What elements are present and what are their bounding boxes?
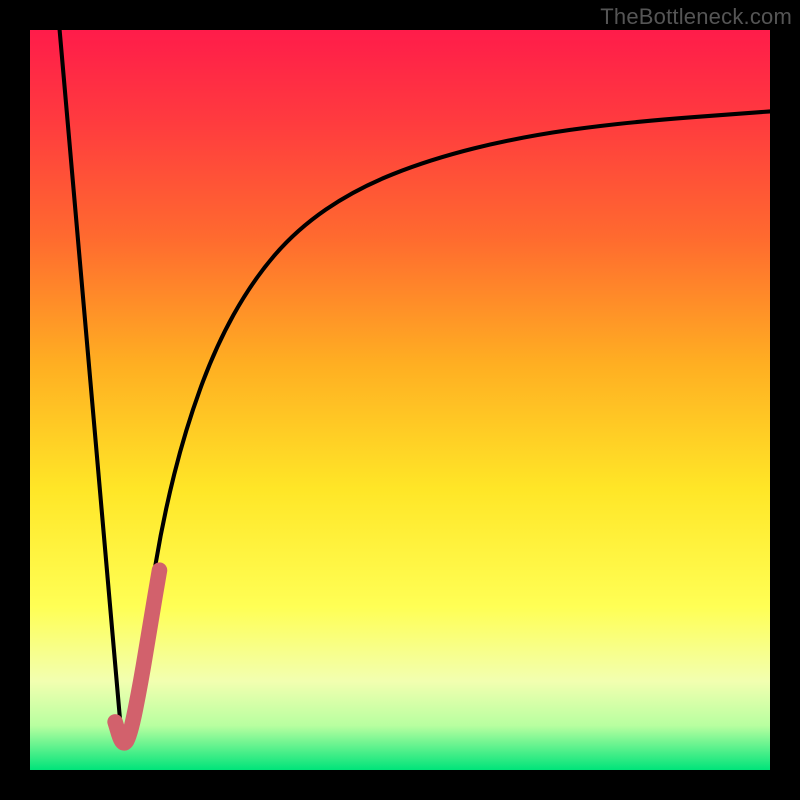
v-left-line xyxy=(60,30,123,748)
curve-layer xyxy=(30,30,770,770)
chart-frame: TheBottleneck.com xyxy=(0,0,800,800)
watermark-source: TheBottleneck.com xyxy=(600,4,792,30)
v-right-curve xyxy=(123,111,771,747)
plot-area xyxy=(30,30,770,770)
